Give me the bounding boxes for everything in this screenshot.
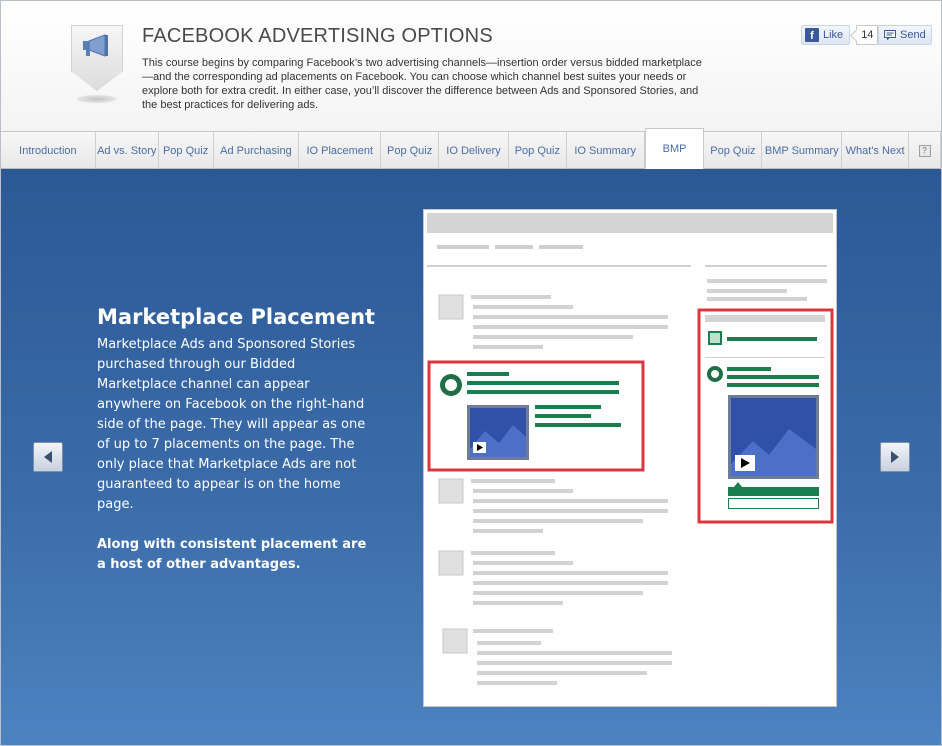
facebook-like-widget: f Like 14 xyxy=(801,25,879,45)
tab-ad-purchasing[interactable]: Ad Purchasing xyxy=(214,132,300,169)
tab-io-summary[interactable]: IO Summary xyxy=(567,132,645,169)
send-label: Send xyxy=(900,29,926,41)
course-header: FACEBOOK ADVERTISING OPTIONS This course… xyxy=(1,1,941,131)
tab-whats-next[interactable]: What's Next xyxy=(842,132,910,169)
tab-introduction[interactable]: Introduction xyxy=(1,132,96,169)
arrow-right-icon xyxy=(891,451,899,463)
slide-paragraph: Marketplace Ads and Sponsored Stories pu… xyxy=(97,337,366,512)
tab-pop-quiz-4[interactable]: Pop Quiz xyxy=(704,132,763,169)
course-badge xyxy=(71,25,123,103)
facebook-page-mockup xyxy=(423,209,837,707)
tab-pop-quiz-2[interactable]: Pop Quiz xyxy=(381,132,440,169)
tab-bmp[interactable]: BMP xyxy=(644,128,705,169)
tab-pop-quiz-3[interactable]: Pop Quiz xyxy=(509,132,567,169)
slide-body: Marketplace Ads and Sponsored Stories pu… xyxy=(97,335,377,575)
course-window: FACEBOOK ADVERTISING OPTIONS This course… xyxy=(0,0,942,746)
badge-shadow xyxy=(77,95,117,103)
facebook-send-button[interactable]: Send xyxy=(878,25,932,45)
help-icon: ? xyxy=(918,144,931,157)
tab-io-placement[interactable]: IO Placement xyxy=(299,132,382,169)
page-title: FACEBOOK ADVERTISING OPTIONS xyxy=(142,25,493,47)
course-tabs: Introduction Ad vs. Story Pop Quiz Ad Pu… xyxy=(1,128,941,169)
next-slide-button[interactable] xyxy=(880,442,910,472)
previous-slide-button[interactable] xyxy=(33,442,63,472)
arrow-left-icon xyxy=(44,451,52,463)
like-label: Like xyxy=(823,29,844,41)
like-count: 14 xyxy=(856,25,879,45)
slide-title: Marketplace Placement xyxy=(97,305,376,329)
facebook-logo-icon: f xyxy=(805,28,819,42)
slide-area: Marketplace Placement Marketplace Ads an… xyxy=(1,169,941,745)
tab-bmp-summary[interactable]: BMP Summary xyxy=(762,132,843,169)
tab-io-delivery[interactable]: IO Delivery xyxy=(439,132,509,169)
tab-ad-vs-story[interactable]: Ad vs. Story xyxy=(96,132,159,169)
megaphone-icon xyxy=(83,34,108,57)
tab-pop-quiz-1[interactable]: Pop Quiz xyxy=(159,132,214,169)
slide-paragraph-bold: Along with consistent placement are a ho… xyxy=(97,537,367,572)
send-icon xyxy=(884,29,896,40)
facebook-like-button[interactable]: f Like xyxy=(801,25,851,45)
help-tab[interactable]: ? xyxy=(909,132,941,169)
course-intro-text: This course begins by comparing Facebook… xyxy=(142,57,702,111)
